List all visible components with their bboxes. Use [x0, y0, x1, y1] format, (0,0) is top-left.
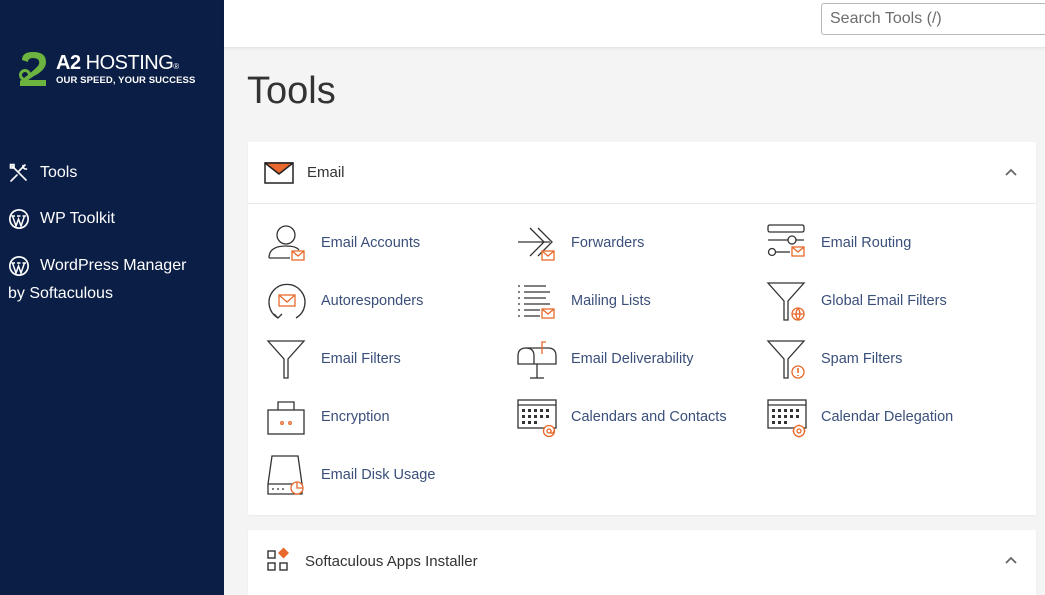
chevron-up-icon[interactable]: [1004, 555, 1018, 565]
tool-email-disk-usage[interactable]: Email Disk Usage: [266, 452, 435, 498]
sidebar-item-wordpress-manager[interactable]: WordPress Manager by Softaculous: [8, 242, 218, 310]
sidebar-item-label: WordPress Manager: [40, 257, 187, 274]
tool-autoresponders[interactable]: Autoresponders: [266, 278, 423, 324]
email-section-header[interactable]: Email: [248, 142, 1036, 204]
tool-calendars-and-contacts[interactable]: Calendars and Contacts: [516, 394, 727, 440]
tool-email-deliverability[interactable]: Email Deliverability: [516, 336, 693, 382]
briefcase-lock-icon: [267, 401, 305, 435]
search-input[interactable]: [821, 3, 1045, 35]
calendar-gear-icon: [767, 399, 807, 438]
autoresponder-icon: [268, 283, 306, 319]
top-bar: [224, 0, 1045, 48]
tool-email-accounts[interactable]: Email Accounts: [266, 220, 420, 266]
section-title: Softaculous Apps Installer: [305, 552, 478, 570]
tool-email-routing[interactable]: Email Routing: [766, 220, 911, 266]
tool-encryption[interactable]: Encryption: [266, 394, 390, 440]
apps-grid-icon: [267, 547, 289, 571]
tool-mailing-lists[interactable]: Mailing Lists: [516, 278, 651, 324]
sidebar: A2 HOSTING® OUR SPEED, YOUR SUCCESS Tool…: [0, 0, 224, 595]
tools-icon: [9, 163, 28, 182]
wordpress-icon: [9, 256, 29, 276]
section-title: Email: [307, 164, 345, 181]
list-mail-icon: [518, 285, 555, 319]
calendar-at-icon: [517, 399, 557, 438]
sidebar-item-label-line2: by Softaculous: [8, 285, 113, 302]
wordpress-icon: [9, 209, 29, 229]
softaculous-section-header[interactable]: Softaculous Apps Installer: [248, 530, 1036, 592]
routing-icon: [767, 224, 805, 257]
mailbox-icon: [517, 341, 557, 379]
filter-icon: [266, 340, 306, 379]
disk-pie-icon: [267, 455, 304, 495]
forward-icon: [518, 227, 555, 261]
sidebar-item-label: Tools: [40, 164, 78, 181]
tool-email-filters[interactable]: Email Filters: [266, 336, 401, 382]
tool-spam-filters[interactable]: Spam Filters: [766, 336, 902, 382]
filter-warning-icon: [766, 340, 806, 379]
brand-name: A2 HOSTING®: [56, 52, 179, 74]
chevron-up-icon[interactable]: [1004, 167, 1018, 177]
sidebar-nav: Tools WP Toolkit WordPress Manager by So…: [8, 150, 218, 310]
sidebar-item-wp-toolkit[interactable]: WP Toolkit: [8, 196, 218, 242]
user-mail-icon: [268, 225, 305, 261]
tool-forwarders[interactable]: Forwarders: [516, 220, 644, 266]
brand-tagline: OUR SPEED, YOUR SUCCESS: [56, 75, 196, 86]
tool-global-email-filters[interactable]: Global Email Filters: [766, 278, 947, 324]
envelope-icon: [264, 161, 294, 184]
email-section: Email Email Accounts Forwarders Email Ro…: [248, 142, 1036, 515]
tool-calendar-delegation[interactable]: Calendar Delegation: [766, 394, 953, 440]
softaculous-section: Softaculous Apps Installer: [248, 530, 1036, 595]
sidebar-item-label: WP Toolkit: [40, 210, 115, 227]
a2-logo-icon: [19, 52, 46, 86]
sidebar-item-tools[interactable]: Tools: [8, 150, 218, 196]
page-title: Tools: [247, 70, 336, 112]
brand-logo[interactable]: A2 HOSTING® OUR SPEED, YOUR SUCCESS: [16, 50, 206, 90]
filter-globe-icon: [766, 282, 806, 321]
